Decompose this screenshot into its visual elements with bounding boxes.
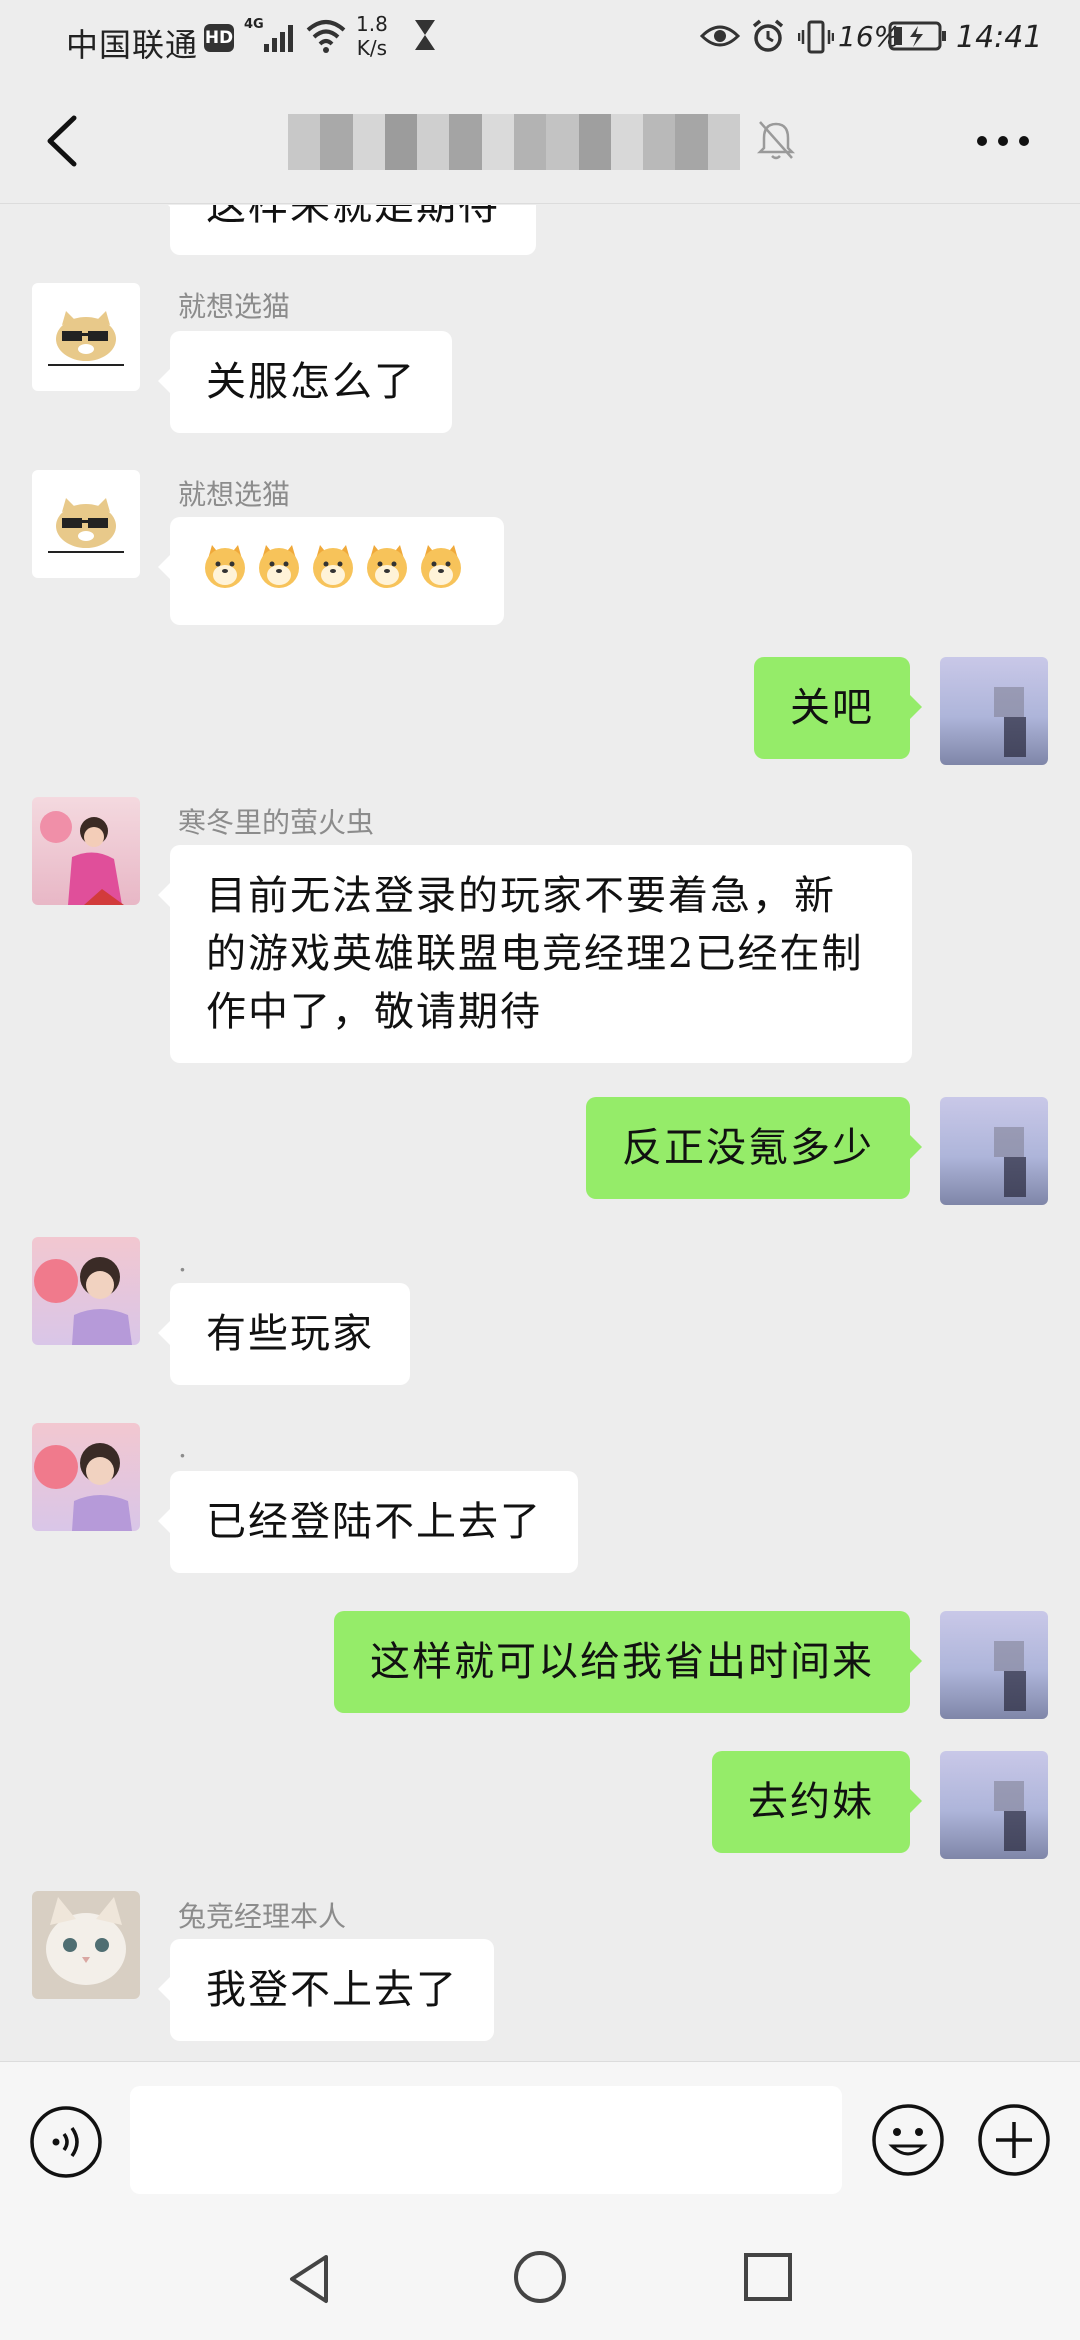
avatar[interactable] [32,1423,140,1531]
doge-avatar-icon [48,311,124,366]
message-bubble[interactable]: 去约妹 [712,1751,922,1853]
mute-bell-icon [756,121,796,160]
message-bubble[interactable]: 目前无法登录的玩家不要着急，新的游戏英雄联盟电竞经理2已经在制作中了，敬请期待 [158,845,912,1063]
message-input[interactable] [130,2086,842,2194]
hourglass-icon [415,20,435,50]
message-text: 目前无法登录的玩家不要着急，新的游戏英雄联盟电竞经理2已经在制作中了，敬请期待 [206,873,864,1035]
message-text: 去约妹 [748,1779,874,1825]
avatar[interactable] [32,283,140,391]
message-bubble[interactable]: 反正没氪多少 [586,1097,922,1199]
sender-name: 就想选猫 [178,478,291,511]
doge-avatar-icon [48,498,124,553]
message-bubble[interactable]: 我登不上去了 [158,1939,494,2041]
alarm-icon [752,19,784,52]
self-avatar[interactable] [940,1751,1048,1859]
doge-emoji-icon [313,545,353,588]
message-bubble[interactable]: 这样就可以给我省出时间来 [334,1611,922,1713]
nav-recent-icon[interactable] [742,2251,794,2303]
vibrate-icon [798,20,834,54]
network-type: 4G [244,17,264,32]
self-avatar[interactable] [940,1097,1048,1205]
message-bubble[interactable]: 已经登陆不上去了 [158,1471,578,1573]
avatar[interactable] [32,1237,140,1345]
message-text: 有些玩家 [206,1311,374,1357]
input-bar [0,2061,1080,2221]
message-list[interactable]: 这样来就是期待 就想选猫 关服怎么了 就想选猫 关吧 寒冬里的萤火虫 目前无法登… [0,205,1080,2061]
chat-title-blurred [288,114,740,170]
message-text: 关吧 [790,685,874,731]
status-bar: 中国联通 HD 4G 1.8 K/s 16% 14:41 [0,0,1080,78]
speed-value: 1.8 [356,12,388,36]
girl-avatar-icon [40,811,124,905]
message-bubble[interactable]: 关吧 [754,657,922,759]
chat-header [0,78,1080,204]
doge-emoji-icon [205,545,245,588]
self-avatar[interactable] [940,657,1048,765]
sender-name: 兔竞经理本人 [178,1900,347,1933]
eye-icon [700,25,740,47]
message-bubble[interactable]: 有些玩家 [158,1283,410,1385]
wifi-icon [306,20,346,53]
cat-avatar-icon [46,1897,126,1985]
network-speed: 1.8 K/s [356,12,388,60]
carrier-label: 中国联通 [66,26,199,64]
sender-name: 寒冬里的萤火虫 [178,806,375,839]
avatar[interactable] [32,1891,140,1999]
self-avatar[interactable] [940,1611,1048,1719]
message-bubble[interactable] [158,517,504,625]
message-text: 这样来就是期待 [206,205,500,229]
doge-emoji-icon [421,545,461,588]
back-button[interactable] [30,108,96,174]
speed-unit: K/s [356,36,388,60]
message-text: 关服怎么了 [206,359,416,405]
message-text: 已经登陆不上去了 [206,1499,542,1545]
battery-icon [888,21,946,51]
emoji-row [200,541,474,591]
message-bubble[interactable]: 这样来就是期待 [158,205,536,255]
doge-emoji-icon [367,545,407,588]
message-text: 这样就可以给我省出时间来 [370,1639,874,1685]
avatar[interactable] [32,470,140,578]
emoji-icon[interactable] [870,2102,946,2178]
nav-home-icon[interactable] [512,2249,568,2305]
signal-icon [264,25,293,52]
plus-icon[interactable] [976,2102,1052,2178]
system-nav-bar [0,2221,1080,2340]
message-text: 反正没氪多少 [622,1125,874,1171]
hd-badge: HD [204,24,234,52]
sender-name: . [178,1245,187,1278]
avatar[interactable] [32,797,140,905]
sender-name: . [178,1431,187,1464]
voice-icon[interactable] [28,2104,104,2180]
more-options-button[interactable] [970,118,1036,164]
message-bubble[interactable]: 关服怎么了 [158,331,452,433]
message-text: 我登不上去了 [206,1967,458,2013]
boy-avatar-icon [34,1257,132,1345]
sender-name: 就想选猫 [178,290,291,323]
clock: 14:41 [956,20,1043,55]
doge-emoji-icon [259,545,299,588]
boy-avatar-icon [34,1443,132,1531]
nav-back-icon[interactable] [280,2249,340,2309]
